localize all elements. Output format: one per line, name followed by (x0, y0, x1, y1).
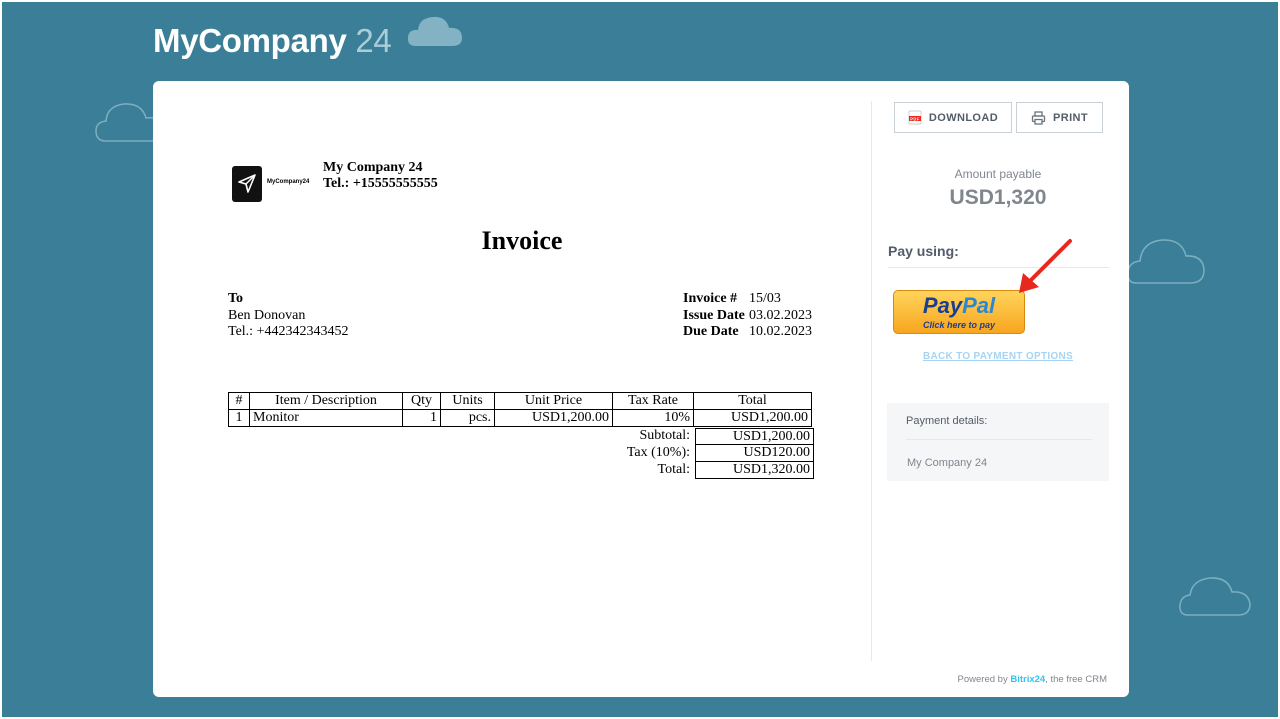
column-header: Total (693, 392, 812, 410)
total-label: Total: (657, 462, 690, 477)
items-table: # Item / Description Qty Units Unit Pric… (228, 392, 812, 427)
cell-units: pcs. (440, 409, 495, 427)
payment-details-value: My Company 24 (907, 457, 988, 469)
invoice-card: MyCompany24 My Company 24 Tel.: +1555555… (153, 81, 1129, 697)
bitrix-link[interactable]: Bitrix24 (1010, 674, 1045, 685)
totals-row: Tax (10%): USD120.00 (228, 445, 814, 462)
brand-title: MyCompany 24 (153, 22, 392, 60)
details-divider (906, 439, 1092, 440)
column-header: Unit Price (494, 392, 613, 410)
back-to-payment-options-link[interactable]: BACK TO PAYMENT OPTIONS (893, 351, 1103, 362)
total-value: USD1,320.00 (695, 462, 814, 479)
column-header: Item / Description (249, 392, 403, 410)
page-background: MyCompany 24 MyCompany24 My Company 24 T… (2, 2, 1278, 717)
cell-num: 1 (228, 409, 250, 427)
powered-suffix: , the free CRM (1045, 674, 1107, 685)
cloud-decoration (1179, 577, 1251, 616)
tax-label: Tax (10%): (626, 445, 690, 460)
totals-block: Subtotal: USD1,200.00 Tax (10%): USD120.… (228, 428, 814, 479)
cell-item: Monitor (249, 409, 403, 427)
powered-by-footer: Powered by Bitrix24, the free CRM (913, 674, 1107, 685)
payment-details-panel: Payment details: My Company 24 (887, 403, 1109, 481)
cell-qty: 1 (402, 409, 441, 427)
brand-name: MyCompany (153, 22, 347, 59)
totals-row: Total: USD1,320.00 (228, 462, 814, 479)
cell-tax-rate: 10% (612, 409, 694, 427)
table-header-row: # Item / Description Qty Units Unit Pric… (228, 392, 812, 410)
column-header: Units (440, 392, 495, 410)
powered-prefix: Powered by (957, 674, 1008, 685)
tax-value: USD120.00 (695, 445, 814, 462)
red-arrow-annotation (1019, 239, 1072, 293)
cloud-decoration (1127, 239, 1205, 284)
column-header: Qty (402, 392, 441, 410)
subtotal-value: USD1,200.00 (695, 428, 814, 445)
column-header: # (228, 392, 250, 410)
totals-row: Subtotal: USD1,200.00 (228, 428, 814, 445)
column-header: Tax Rate (612, 392, 694, 410)
cloud-decoration (407, 16, 462, 46)
subtotal-label: Subtotal: (639, 428, 690, 443)
brand-number: 24 (355, 22, 392, 59)
cell-total: USD1,200.00 (693, 409, 812, 427)
table-row: 1 Monitor 1 pcs. USD1,200.00 10% USD1,20… (228, 409, 812, 427)
payment-details-label: Payment details: (906, 415, 988, 427)
cell-unit-price: USD1,200.00 (494, 409, 613, 427)
